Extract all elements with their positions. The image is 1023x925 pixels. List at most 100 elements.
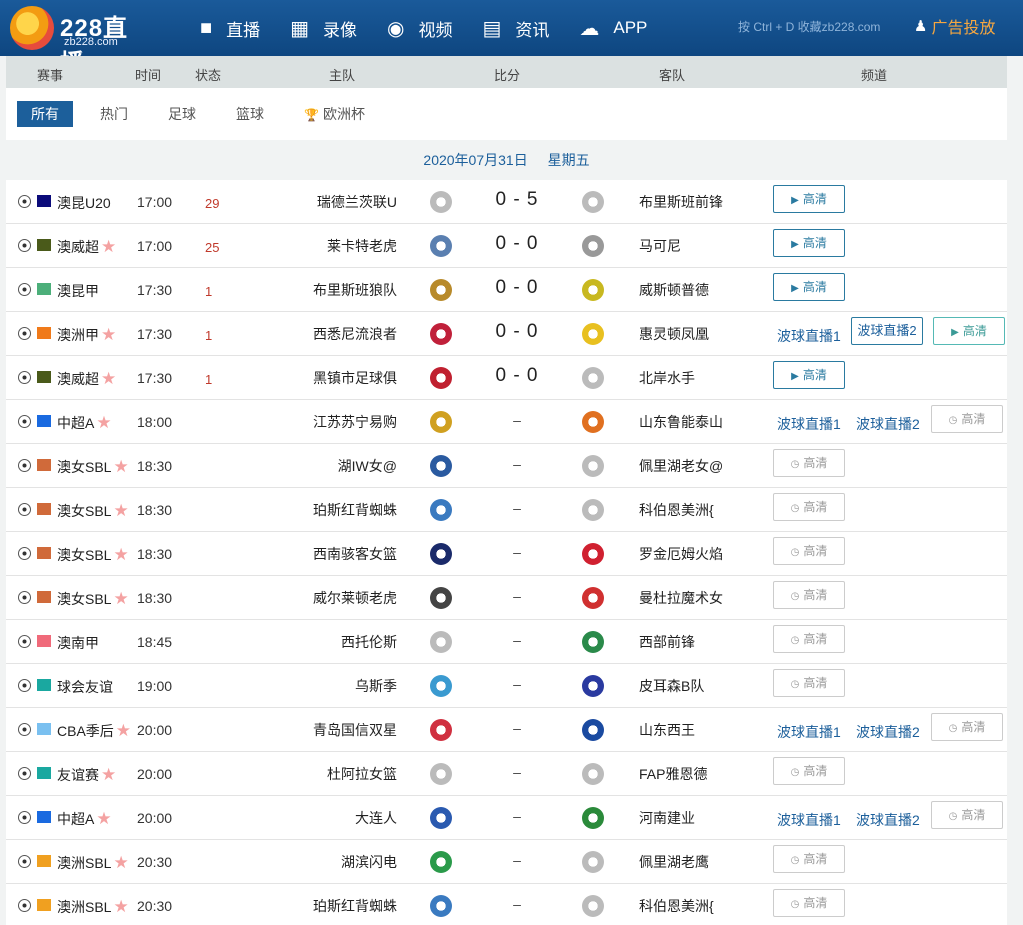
hd-button[interactable]: ◷ 高清 <box>773 625 845 653</box>
nav-item-4[interactable]: ☁ APP <box>579 16 647 41</box>
star-icon[interactable]: ★ <box>113 853 128 872</box>
hd-button[interactable]: ▶ 高清 <box>773 229 845 257</box>
away-team: 科伯恩美洲{ <box>639 502 714 518</box>
hd-button[interactable]: ◷ 高清 <box>773 449 845 477</box>
league-name[interactable]: CBA季后 ★ <box>57 721 131 741</box>
league-color-swatch <box>37 327 51 339</box>
star-icon[interactable]: ★ <box>113 457 128 476</box>
star-icon[interactable]: ★ <box>101 237 116 256</box>
hd-button[interactable]: ▶ 高清 <box>773 185 845 213</box>
league-name[interactable]: 中超A ★ <box>57 413 112 433</box>
match-time: 17:30 <box>137 282 173 298</box>
away-team-logo-icon <box>582 851 604 873</box>
nav-item-1[interactable]: ▦ 录像 <box>290 16 357 41</box>
league-name[interactable]: 澳女SBL ★ <box>57 545 129 565</box>
away-team: 佩里湖老女@ <box>639 458 724 474</box>
stream-link-1[interactable]: 波球直播1 <box>777 326 841 346</box>
football-icon <box>18 811 31 824</box>
hd-button[interactable]: ▶ 高清 <box>933 317 1005 345</box>
league-color-swatch <box>37 679 51 691</box>
user-icon: ♟ <box>914 18 928 35</box>
star-icon[interactable]: ★ <box>96 809 111 828</box>
football-icon <box>18 547 31 560</box>
league-name[interactable]: 澳女SBL ★ <box>57 589 129 609</box>
filter-football[interactable]: 足球 <box>168 101 196 127</box>
home-team: 杜阿拉女篮 <box>327 766 397 782</box>
star-icon[interactable]: ★ <box>113 897 128 916</box>
away-team-logo-icon <box>582 631 604 653</box>
filter-bar: 所有 热门 足球 篮球 🏆 欧洲杯 <box>6 88 1007 140</box>
league-name[interactable]: 澳洲SBL ★ <box>57 853 129 873</box>
away-team: 皮耳森B队 <box>639 678 705 694</box>
league-name[interactable]: 中超A ★ <box>57 809 112 829</box>
filter-hot[interactable]: 热门 <box>100 101 128 127</box>
away-team: 西部前锋 <box>639 634 695 650</box>
star-icon[interactable]: ★ <box>101 765 116 784</box>
clock-icon: ◷ <box>790 679 800 690</box>
hd-label: 高清 <box>803 500 828 514</box>
hd-button[interactable]: ▶ 高清 <box>773 361 845 389</box>
hd-button[interactable]: ▶ 高清 <box>773 273 845 301</box>
league-name[interactable]: 澳洲SBL ★ <box>57 897 129 917</box>
filter-all[interactable]: 所有 <box>17 101 73 127</box>
match-score: – <box>513 588 521 604</box>
star-icon[interactable]: ★ <box>113 545 128 564</box>
stream-link-2[interactable]: 波球直播2 <box>856 722 920 742</box>
stream-link-2[interactable]: 波球直播2 <box>856 414 920 434</box>
home-team-logo-icon <box>430 631 452 653</box>
advertise-link[interactable]: ♟ 广告投放 <box>914 14 995 38</box>
nav-item-0[interactable]: ■ 直播 <box>200 16 260 41</box>
league-name[interactable]: 澳昆甲 <box>57 281 99 301</box>
nav-item-3[interactable]: ▤ 资讯 <box>482 16 549 41</box>
league-label: 澳南甲 <box>57 635 99 651</box>
star-icon[interactable]: ★ <box>113 501 128 520</box>
home-team-logo-icon <box>430 323 452 345</box>
hd-button[interactable]: ◷ 高清 <box>773 845 845 873</box>
star-icon[interactable]: ★ <box>113 589 128 608</box>
match-score: 0 - 0 <box>495 233 539 254</box>
col-status: 状态 <box>195 68 222 83</box>
league-name[interactable]: 澳南甲 <box>57 633 99 653</box>
hd-button[interactable]: ◷ 高清 <box>931 713 1003 741</box>
table-row: 澳昆甲 17:30 1 布里斯班狼队 0 - 0 威斯顿普德 ▶ 高清 <box>6 268 1007 312</box>
stream-link-2[interactable]: 波球直播2 <box>851 317 923 345</box>
league-label: 球会友谊 <box>57 679 113 695</box>
star-icon[interactable]: ★ <box>101 369 116 388</box>
star-icon[interactable]: ★ <box>101 325 116 344</box>
football-icon <box>18 371 31 384</box>
hd-button[interactable]: ◷ 高清 <box>773 669 845 697</box>
league-name[interactable]: 澳女SBL ★ <box>57 501 129 521</box>
stream-link-2[interactable]: 波球直播2 <box>856 810 920 830</box>
hd-button[interactable]: ◷ 高清 <box>773 581 845 609</box>
stream-link-1[interactable]: 波球直播1 <box>777 414 841 434</box>
league-color-swatch <box>37 635 51 647</box>
hd-button[interactable]: ◷ 高清 <box>773 493 845 521</box>
hd-button[interactable]: ◷ 高清 <box>931 405 1003 433</box>
league-name[interactable]: 澳威超 ★ <box>57 369 116 389</box>
filter-basketball[interactable]: 篮球 <box>236 101 264 127</box>
filter-euro-cup[interactable]: 🏆 欧洲杯 <box>304 101 365 127</box>
star-icon[interactable]: ★ <box>116 721 131 740</box>
away-team-logo-icon <box>582 763 604 785</box>
site-logo[interactable]: 228直播 zb228.com <box>10 6 150 77</box>
league-name[interactable]: 球会友谊 <box>57 677 113 697</box>
league-name[interactable]: 澳洲甲 ★ <box>57 325 116 345</box>
hd-button[interactable]: ◷ 高清 <box>773 889 845 917</box>
stream-link-1[interactable]: 波球直播1 <box>777 810 841 830</box>
star-icon[interactable]: ★ <box>96 413 111 432</box>
col-away: 客队 <box>659 68 686 83</box>
league-name[interactable]: 友谊赛 ★ <box>57 765 116 785</box>
nav-item-2[interactable]: ◉ 视频 <box>387 16 452 41</box>
away-team-logo-icon <box>582 895 604 917</box>
league-name[interactable]: 澳女SBL ★ <box>57 457 129 477</box>
football-icon <box>18 195 31 208</box>
hd-button[interactable]: ◷ 高清 <box>931 801 1003 829</box>
league-name[interactable]: 澳昆U20 <box>57 193 111 213</box>
weekday-text: 星期五 <box>547 152 590 168</box>
stream-link-1[interactable]: 波球直播1 <box>777 722 841 742</box>
league-name[interactable]: 澳威超 ★ <box>57 237 116 257</box>
table-row: 友谊赛 ★ 20:00 杜阿拉女篮 – FAP雅恩德 ◷ 高清 <box>6 752 1007 796</box>
play-icon: ▶ <box>791 371 799 382</box>
hd-button[interactable]: ◷ 高清 <box>773 757 845 785</box>
hd-button[interactable]: ◷ 高清 <box>773 537 845 565</box>
